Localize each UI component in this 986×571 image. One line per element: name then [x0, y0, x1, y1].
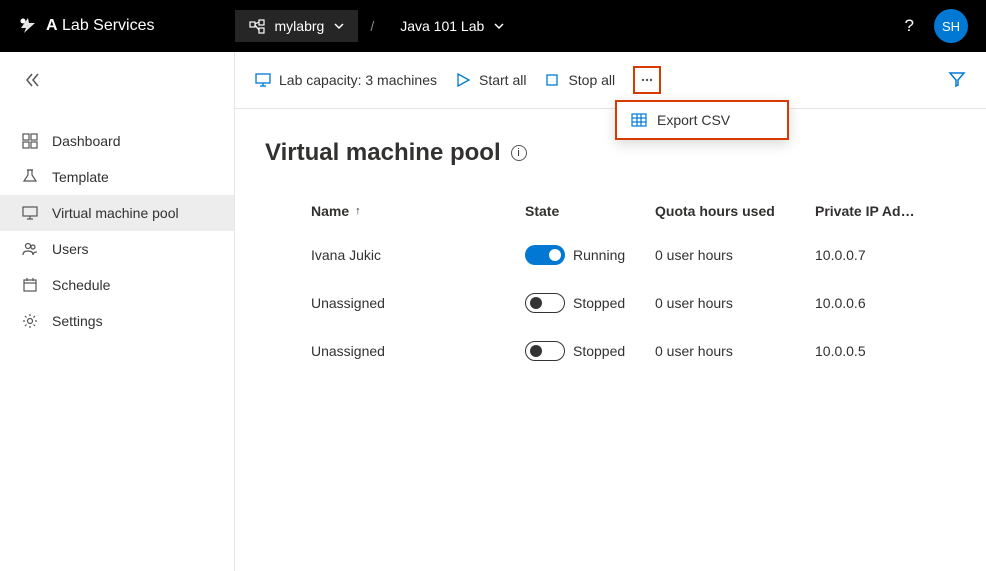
main-layout: Dashboard Template Virtual machine pool …	[0, 52, 986, 571]
vm-state-label: Stopped	[573, 343, 625, 359]
page-body: Virtual machine pool i Name ↑ State Quot…	[235, 109, 986, 405]
sidebar-item-label: Template	[52, 169, 109, 185]
sidebar-item-schedule[interactable]: Schedule	[0, 267, 234, 303]
ellipsis-icon	[640, 73, 654, 87]
vm-ip: 10.0.0.6	[815, 295, 956, 311]
vm-name: Unassigned	[265, 295, 525, 311]
toolbar: Lab capacity: 3 machines Start all Stop …	[235, 52, 986, 109]
sidebar-item-label: Users	[52, 241, 89, 257]
nav-list: Dashboard Template Virtual machine pool …	[0, 123, 234, 339]
sidebar-item-label: Settings	[52, 313, 103, 329]
vm-table: Name ↑ State Quota hours used Private IP…	[265, 191, 956, 375]
page-title: Virtual machine pool i	[265, 139, 956, 167]
more-options-button[interactable]	[633, 66, 661, 94]
vm-quota: 0 user hours	[655, 343, 815, 359]
stop-icon	[544, 72, 560, 88]
export-icon	[631, 112, 647, 128]
table-row: Unassigned Stopped 0 user hours 10.0.0.5	[265, 327, 956, 375]
play-icon	[455, 72, 471, 88]
sidebar-item-dashboard[interactable]: Dashboard	[0, 123, 234, 159]
monitor-icon	[255, 72, 271, 88]
vm-toggle[interactable]	[525, 245, 565, 265]
vm-icon	[22, 205, 38, 221]
table-row: Unassigned Stopped 0 user hours 10.0.0.6	[265, 279, 956, 327]
breadcrumb-resource-group[interactable]: mylabrg	[235, 10, 359, 42]
col-header-name[interactable]: Name ↑	[265, 203, 525, 219]
vm-state-cell: Stopped	[525, 341, 655, 361]
sidebar-item-vmpool[interactable]: Virtual machine pool	[0, 195, 234, 231]
vm-state-cell: Stopped	[525, 293, 655, 313]
context-menu: Export CSV	[615, 100, 789, 140]
schedule-icon	[22, 277, 38, 293]
sidebar-item-users[interactable]: Users	[0, 231, 234, 267]
stop-all-button[interactable]: Stop all	[544, 72, 615, 88]
vm-state-cell: Running	[525, 245, 655, 265]
table-row: Ivana Jukic Running 0 user hours 10.0.0.…	[265, 231, 956, 279]
content-area: Lab capacity: 3 machines Start all Stop …	[235, 52, 986, 571]
vm-toggle[interactable]	[525, 293, 565, 313]
sidebar-item-label: Schedule	[52, 277, 110, 293]
dashboard-icon	[22, 133, 38, 149]
template-icon	[22, 169, 38, 185]
vm-name: Ivana Jukic	[265, 247, 525, 263]
start-all-button[interactable]: Start all	[455, 72, 526, 88]
sidebar: Dashboard Template Virtual machine pool …	[0, 52, 235, 571]
sidebar-item-label: Virtual machine pool	[52, 205, 179, 221]
vm-toggle[interactable]	[525, 341, 565, 361]
vm-name: Unassigned	[265, 343, 525, 359]
settings-icon	[22, 313, 38, 329]
table-header: Name ↑ State Quota hours used Private IP…	[265, 191, 956, 231]
vm-ip: 10.0.0.7	[815, 247, 956, 263]
chevron-down-icon	[334, 21, 344, 31]
vm-state-label: Stopped	[573, 295, 625, 311]
vm-ip: 10.0.0.5	[815, 343, 956, 359]
users-icon	[22, 241, 38, 257]
sort-asc-icon: ↑	[355, 205, 361, 217]
vm-quota: 0 user hours	[655, 295, 815, 311]
info-icon[interactable]: i	[511, 145, 527, 161]
collapse-sidebar-button[interactable]	[0, 60, 234, 105]
lab-capacity-button[interactable]: Lab capacity: 3 machines	[255, 72, 437, 88]
header-right: ? SH	[905, 9, 968, 43]
col-header-state[interactable]: State	[525, 203, 655, 219]
filter-button[interactable]	[948, 70, 966, 91]
vm-quota: 0 user hours	[655, 247, 815, 263]
app-logo[interactable]: A Lab Services	[18, 16, 155, 36]
breadcrumb: mylabrg / Java 101 Lab	[235, 10, 519, 42]
app-header: A Lab Services mylabrg / Java 101 Lab ? …	[0, 0, 986, 52]
resource-group-icon	[249, 18, 265, 34]
col-header-quota[interactable]: Quota hours used	[655, 203, 815, 219]
filter-icon	[948, 70, 966, 88]
sidebar-item-label: Dashboard	[52, 133, 121, 149]
sidebar-item-settings[interactable]: Settings	[0, 303, 234, 339]
col-header-ip[interactable]: Private IP Ad…	[815, 203, 956, 219]
breadcrumb-lab[interactable]: Java 101 Lab	[386, 10, 518, 42]
breadcrumb-separator: /	[370, 18, 374, 34]
avatar[interactable]: SH	[934, 9, 968, 43]
chevron-down-icon	[494, 21, 504, 31]
export-csv-button[interactable]: Export CSV	[617, 102, 787, 138]
help-icon[interactable]: ?	[905, 16, 914, 36]
sidebar-item-template[interactable]: Template	[0, 159, 234, 195]
azure-icon	[18, 16, 38, 36]
vm-state-label: Running	[573, 247, 625, 263]
